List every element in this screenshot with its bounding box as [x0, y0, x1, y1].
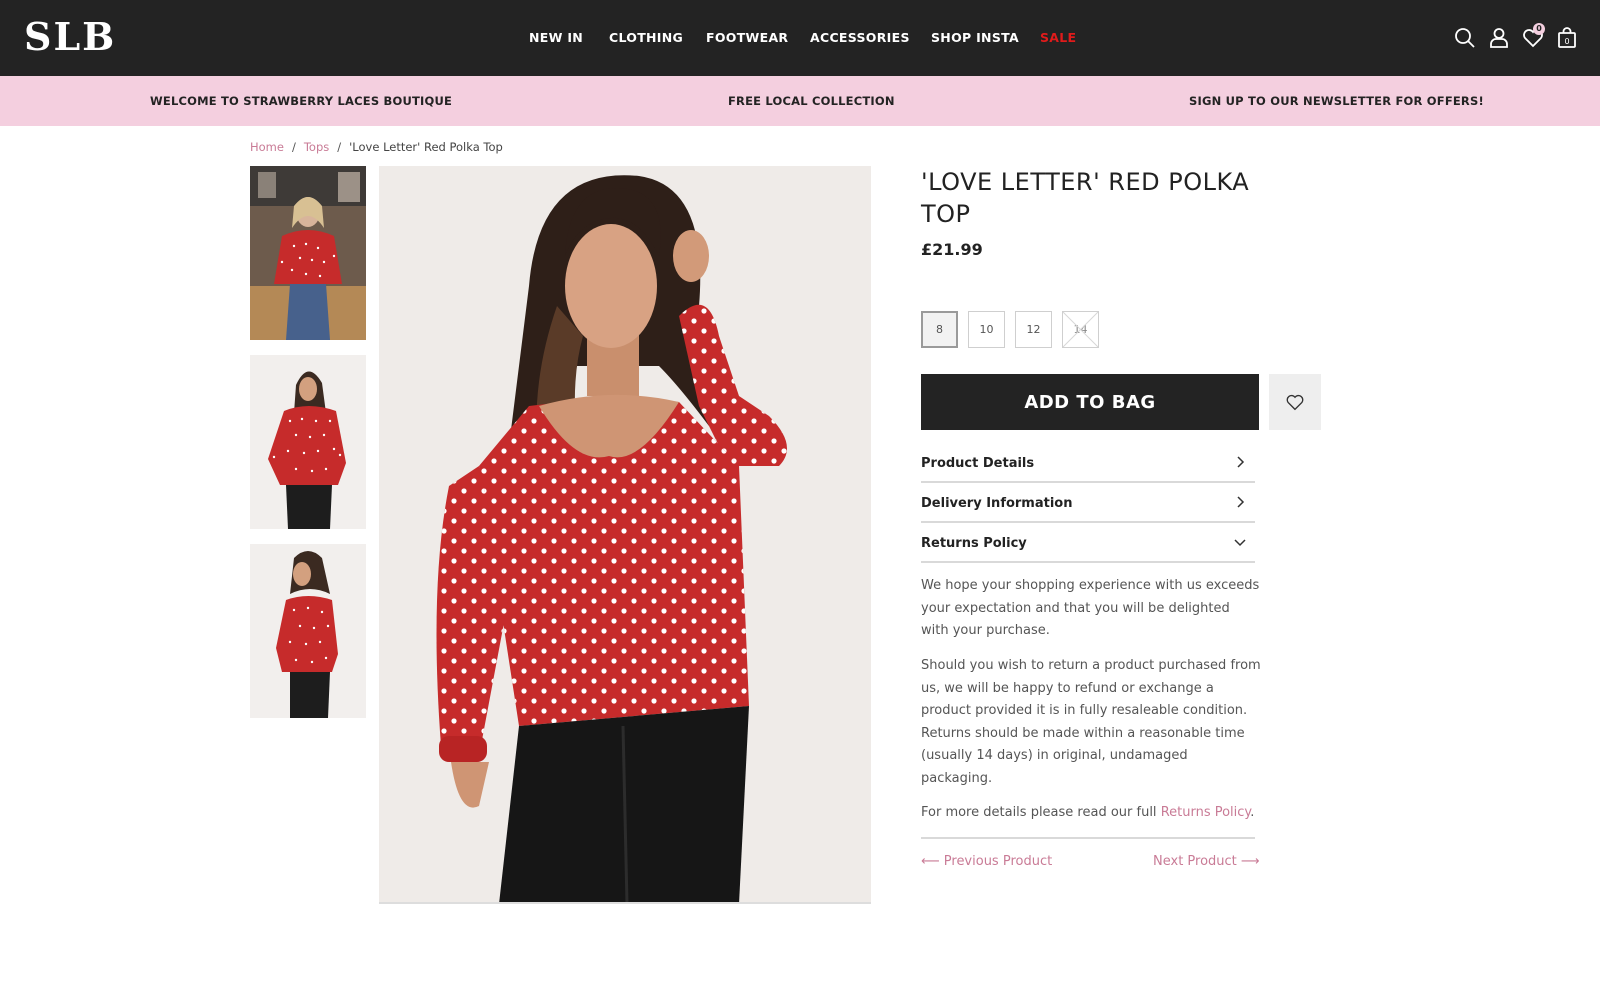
thumbnail-2[interactable] [250, 355, 366, 529]
breadcrumb-current: 'Love Letter' Red Polka Top [349, 140, 503, 154]
size-option-12[interactable]: 12 [1015, 311, 1052, 348]
breadcrumb-separator: / [291, 140, 296, 154]
search-icon[interactable] [1453, 26, 1477, 50]
accordion-label: Delivery Information [921, 496, 1073, 511]
breadcrumb-separator: / [337, 140, 342, 154]
nav-new-in[interactable]: NEW IN [529, 30, 583, 45]
site-header: SLB NEW IN CLOTHING FOOTWEAR ACCESSORIES… [0, 0, 1600, 76]
unavailable-cross-icon [1063, 312, 1098, 347]
heart-icon [1286, 394, 1304, 411]
promo-collection[interactable]: FREE LOCAL COLLECTION [728, 94, 895, 108]
returns-policy-link[interactable]: Returns Policy [1161, 805, 1251, 820]
accordion-product-details[interactable]: Product Details [921, 443, 1255, 483]
divider [921, 837, 1255, 839]
nav-shop-insta[interactable]: SHOP INSTA [931, 30, 1019, 45]
returns-paragraph-3: For more details please read our full Re… [921, 802, 1261, 825]
thumbnail-3[interactable] [250, 544, 366, 718]
product-price: £21.99 [921, 240, 983, 259]
nav-footwear[interactable]: FOOTWEAR [706, 30, 788, 45]
next-product-link[interactable]: Next Product ⟶ [1153, 854, 1260, 869]
returns-paragraph-1: We hope your shopping experience with us… [921, 578, 1260, 638]
promo-strip: WELCOME TO STRAWBERRY LACES BOUTIQUE FRE… [0, 76, 1600, 126]
main-nav: NEW IN CLOTHING FOOTWEAR ACCESSORIES SHO… [0, 30, 1600, 50]
chevron-down-icon [1234, 539, 1246, 547]
size-option-8[interactable]: 8 [921, 311, 958, 348]
breadcrumb-home[interactable]: Home [250, 140, 284, 154]
nav-clothing[interactable]: CLOTHING [609, 30, 683, 45]
account-icon[interactable] [1487, 26, 1511, 50]
accordion-delivery-information[interactable]: Delivery Information [921, 483, 1255, 523]
wishlist-count-badge: 0 [1533, 23, 1545, 35]
size-label: 8 [936, 323, 943, 336]
breadcrumb-tops[interactable]: Tops [304, 140, 329, 154]
add-to-bag-button[interactable]: ADD TO BAG [921, 374, 1259, 430]
returns-more-text: For more details please read our full [921, 805, 1161, 820]
main-product-image[interactable] [379, 166, 871, 904]
bag-icon[interactable]: 0 [1555, 26, 1579, 50]
accordion-label: Returns Policy [921, 536, 1027, 551]
previous-product-link[interactable]: ⟵ Previous Product [921, 854, 1052, 869]
size-option-14-unavailable[interactable]: 14 [1062, 311, 1099, 348]
product-title: 'LOVE LETTER' RED POLKA TOP [921, 168, 1250, 228]
size-label: 12 [1026, 323, 1041, 336]
returns-paragraph-2: Should you wish to return a product purc… [921, 658, 1261, 786]
accordion-returns-policy[interactable]: Returns Policy [921, 523, 1255, 563]
nav-sale[interactable]: SALE [1040, 30, 1076, 45]
add-to-wishlist-button[interactable] [1269, 374, 1321, 430]
accordion-label: Product Details [921, 456, 1035, 471]
thumbnail-1[interactable] [250, 166, 366, 340]
promo-welcome: WELCOME TO STRAWBERRY LACES BOUTIQUE [150, 94, 453, 108]
wishlist-heart-icon[interactable]: 0 [1521, 23, 1545, 50]
promo-newsletter[interactable]: SIGN UP TO OUR NEWSLETTER FOR OFFERS! [1189, 94, 1484, 108]
nav-accessories[interactable]: ACCESSORIES [810, 30, 910, 45]
chevron-right-icon [1237, 456, 1245, 468]
size-option-10[interactable]: 10 [968, 311, 1005, 348]
svg-text:0: 0 [1564, 37, 1569, 46]
chevron-right-icon [1237, 496, 1245, 508]
breadcrumb: Home / Tops / 'Love Letter' Red Polka Top [250, 140, 503, 154]
returns-period: . [1250, 805, 1255, 820]
size-label: 10 [979, 323, 994, 336]
